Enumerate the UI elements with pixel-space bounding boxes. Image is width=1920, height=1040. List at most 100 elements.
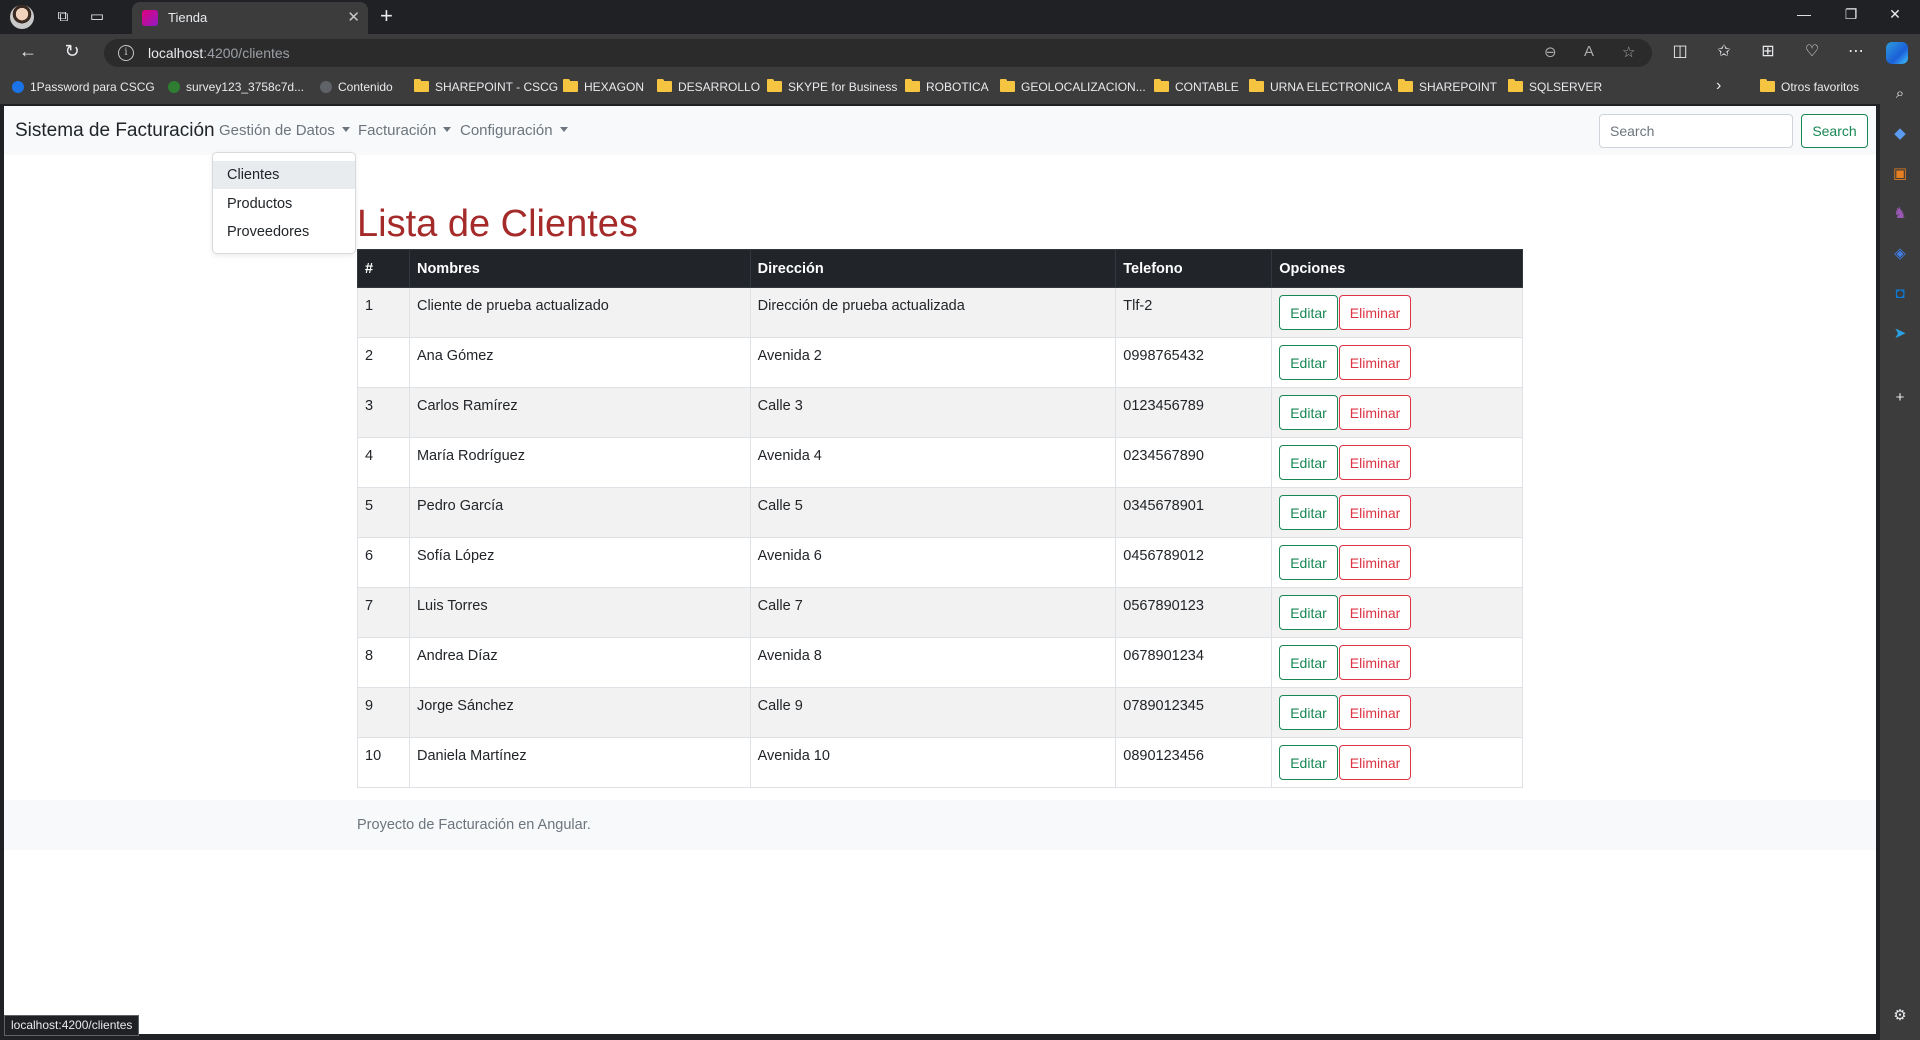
dropdown-item-productos[interactable]: Productos (213, 190, 355, 218)
favorite-contenido[interactable]: Contenido (320, 80, 393, 94)
edit-button[interactable]: Editar (1279, 645, 1338, 680)
nav-gestion-datos[interactable]: Gestión de Datos (219, 122, 350, 139)
cell-telefono: 0678901234 (1115, 637, 1273, 688)
split-screen-icon[interactable]: ◫ (1668, 41, 1692, 61)
folder-icon (1508, 79, 1523, 92)
dropdown-item-clientes[interactable]: Clientes (213, 161, 355, 189)
sidebar-add-icon[interactable]: + (1890, 388, 1910, 408)
address-url[interactable]: localhost:4200/clientes (148, 45, 290, 61)
collections-icon[interactable]: ⊞ (1756, 41, 1780, 61)
delete-button[interactable]: Eliminar (1338, 745, 1412, 780)
cell-opciones: Editar Eliminar (1271, 587, 1523, 638)
favorite-1password[interactable]: 1Password para CSCG (12, 80, 155, 94)
sidebar-settings-icon[interactable]: ⚙ (1890, 1006, 1910, 1026)
favorite-star-icon[interactable]: ☆ (1622, 43, 1635, 61)
app-brand[interactable]: Sistema de Facturación (15, 120, 215, 142)
favorite-folder-sqlserver[interactable]: SQLSERVER (1508, 79, 1602, 94)
cell-direccion: Avenida 2 (749, 337, 1117, 388)
sidebar-games-icon[interactable]: ♞ (1890, 204, 1910, 224)
close-window-icon[interactable]: ✕ (1880, 6, 1910, 23)
cell-telefono: 0345678901 (1115, 487, 1273, 538)
sidebar-toolbox-icon[interactable]: ▣ (1890, 164, 1910, 184)
new-tab-icon[interactable]: + (380, 3, 393, 29)
favorite-survey123[interactable]: survey123_3758c7d... (168, 80, 304, 94)
nav-configuracion[interactable]: Configuración (460, 122, 568, 139)
edit-button[interactable]: Editar (1279, 395, 1338, 430)
cell-nombre: Ana Gómez (408, 337, 751, 388)
favorite-folder-desarrollo[interactable]: DESARROLLO (657, 79, 760, 94)
column-header-opciones: Opciones (1271, 249, 1523, 288)
zoom-icon[interactable]: ⊖ (1544, 43, 1557, 61)
edit-button[interactable]: Editar (1279, 445, 1338, 480)
more-options-icon[interactable]: ⋯ (1844, 41, 1868, 61)
edit-button[interactable]: Editar (1279, 545, 1338, 580)
favorite-folder-geolocalizacion[interactable]: GEOLOCALIZACION... (1000, 79, 1146, 94)
cell-nombre: Pedro García (408, 487, 751, 538)
delete-button[interactable]: Eliminar (1338, 395, 1412, 430)
cell-telefono: 0234567890 (1115, 437, 1273, 488)
other-favorites[interactable]: Otros favoritos (1760, 79, 1859, 94)
profile-avatar[interactable] (10, 5, 34, 29)
sidebar-tag-icon[interactable]: ◆ (1890, 124, 1910, 144)
minimize-icon[interactable]: — (1789, 6, 1819, 22)
sidebar-search-icon[interactable]: ⌕ (1890, 84, 1910, 104)
sidebar-outlook-icon[interactable]: ◘ (1890, 284, 1910, 304)
delete-button[interactable]: Eliminar (1338, 345, 1412, 380)
dropdown-item-proveedores[interactable]: Proveedores (213, 218, 355, 246)
search-button[interactable]: Search (1801, 114, 1868, 148)
read-aloud-icon[interactable]: A (1584, 43, 1594, 60)
chevron-down-icon (341, 127, 350, 132)
close-tab-icon[interactable]: ✕ (347, 8, 360, 26)
cell-direccion: Avenida 4 (749, 437, 1117, 488)
delete-button[interactable]: Eliminar (1338, 645, 1412, 680)
table-row: 1 Cliente de prueba actualizado Dirección … (357, 287, 1523, 338)
delete-button[interactable]: Eliminar (1338, 295, 1412, 330)
browser-essentials-icon[interactable]: ♡ (1800, 41, 1824, 61)
cell-direccion: Calle 7 (749, 587, 1117, 638)
sidebar-m365-icon[interactable]: ◈ (1890, 244, 1910, 264)
favorite-folder-contable[interactable]: CONTABLE (1154, 79, 1239, 94)
delete-button[interactable]: Eliminar (1338, 445, 1412, 480)
favorites-icon[interactable]: ✩ (1712, 41, 1736, 61)
tab-actions-icon[interactable]: ▭ (84, 4, 110, 30)
edit-button[interactable]: Editar (1279, 495, 1338, 530)
edit-button[interactable]: Editar (1279, 295, 1338, 330)
site-info-icon[interactable]: i (118, 45, 134, 61)
cell-direccion: Avenida 6 (749, 537, 1117, 588)
cell-id: 4 (357, 437, 410, 488)
browser-tab-bar: ⧉ ▭ Tienda ✕ + — ❐ ✕ (0, 0, 1920, 34)
copilot-icon[interactable] (1886, 42, 1908, 64)
delete-button[interactable]: Eliminar (1338, 545, 1412, 580)
cell-id: 1 (357, 287, 410, 338)
cell-id: 10 (357, 737, 410, 788)
browser-tab[interactable]: Tienda ✕ (132, 2, 368, 34)
favorite-folder-sharepoint[interactable]: SHAREPOINT (1398, 79, 1497, 94)
delete-button[interactable]: Eliminar (1338, 495, 1412, 530)
workspaces-icon[interactable]: ⧉ (50, 4, 76, 30)
edit-button[interactable]: Editar (1279, 695, 1338, 730)
favorites-overflow-icon[interactable]: › (1716, 77, 1721, 95)
folder-icon (767, 79, 782, 92)
sidebar-send-icon[interactable]: ➤ (1890, 324, 1910, 344)
favorite-folder-hexagon[interactable]: HEXAGON (563, 79, 644, 94)
restore-icon[interactable]: ❐ (1836, 6, 1866, 23)
back-icon[interactable]: ← (16, 41, 40, 62)
cell-id: 5 (357, 487, 410, 538)
cell-telefono: Tlf-2 (1115, 287, 1273, 338)
edit-button[interactable]: Editar (1279, 345, 1338, 380)
favorite-folder-urna-electronica[interactable]: URNA ELECTRONICA (1249, 79, 1392, 94)
delete-button[interactable]: Eliminar (1338, 695, 1412, 730)
delete-button[interactable]: Eliminar (1338, 595, 1412, 630)
folder-icon (1154, 79, 1169, 92)
nav-facturacion[interactable]: Facturación (358, 122, 452, 139)
cell-id: 3 (357, 387, 410, 438)
reload-icon[interactable]: ↻ (60, 41, 84, 62)
address-bar[interactable]: i localhost:4200/clientes ⊖ A ☆ (104, 39, 1652, 67)
favorite-folder-skype[interactable]: SKYPE for Business (767, 79, 897, 94)
favorite-folder-sharepoint-cscg[interactable]: SHAREPOINT - CSCG (414, 79, 558, 94)
favorite-folder-robotica[interactable]: ROBOTICA (905, 79, 989, 94)
edit-button[interactable]: Editar (1279, 745, 1338, 780)
edit-button[interactable]: Editar (1279, 595, 1338, 630)
search-input[interactable] (1599, 114, 1793, 148)
cell-nombre: Jorge Sánchez (408, 687, 751, 738)
